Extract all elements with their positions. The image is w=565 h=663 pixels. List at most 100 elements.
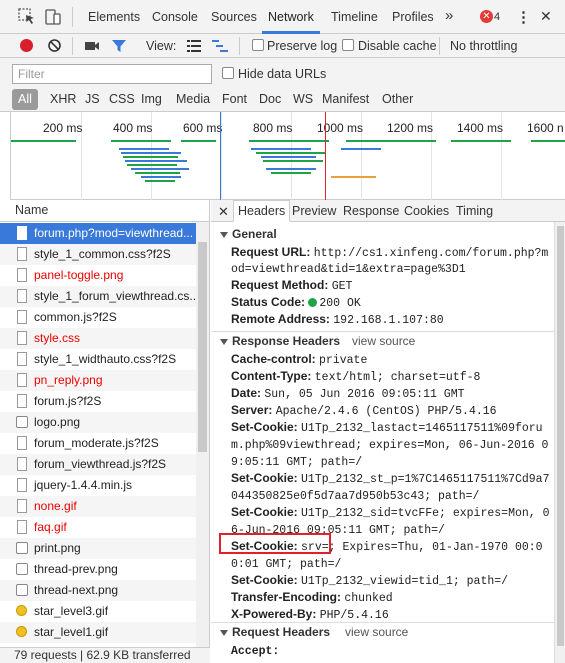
request-row[interactable]: forum.js?f2S <box>0 391 196 412</box>
document-file-icon <box>17 499 27 513</box>
type-filter-other[interactable]: Other <box>382 92 413 106</box>
waterfall-bar <box>256 152 326 154</box>
request-row[interactable]: thread-next.png <box>0 580 196 601</box>
request-view-source-link[interactable]: view source <box>345 624 408 641</box>
tab-profiles[interactable]: Profiles <box>392 10 434 24</box>
request-row[interactable]: star_level3.gif <box>0 601 196 622</box>
waterfall-bar <box>145 180 175 182</box>
request-row[interactable]: common.js?f2S <box>0 307 196 328</box>
tab-headers[interactable]: Headers <box>233 200 291 222</box>
request-row[interactable]: forum.php?mod=viewthread... <box>0 223 196 244</box>
request-name: none.gif <box>34 499 77 513</box>
hide-data-urls-label[interactable]: Hide data URLs <box>238 67 326 81</box>
response-header-key: Content-Type: <box>231 369 312 383</box>
details-scrollbar[interactable] <box>554 222 565 663</box>
request-row[interactable]: forum_moderate.js?f2S <box>0 433 196 454</box>
request-row[interactable]: print.png <box>0 538 196 559</box>
request-row[interactable]: panel-toggle.png <box>0 265 196 286</box>
type-filter-css[interactable]: CSS <box>109 92 135 106</box>
network-toolbar: View: Preserve log Disable cache No thro… <box>0 34 565 58</box>
type-filter-manifest[interactable]: Manifest <box>322 92 369 106</box>
request-row[interactable]: pn_reply.png <box>0 370 196 391</box>
request-row[interactable]: faq.gif <box>0 517 196 538</box>
tab-network[interactable]: Network <box>268 10 314 24</box>
waterfall-bar <box>249 140 329 142</box>
tab-preview[interactable]: Preview <box>292 204 336 218</box>
request-method-row: Request Method: GET <box>231 277 553 295</box>
response-header-row: Set-Cookie: U1Tp_2132_st_p=1%7C146511751… <box>231 470 553 488</box>
type-filter-all[interactable]: All <box>12 89 38 110</box>
close-details-icon[interactable]: ✕ <box>218 204 229 220</box>
tab-timing[interactable]: Timing <box>456 204 493 218</box>
request-row[interactable]: jquery-1.4.4.min.js <box>0 475 196 496</box>
request-headers-section-header[interactable]: Request Headers view source <box>211 624 554 641</box>
tab-console[interactable]: Console <box>152 10 198 24</box>
device-mode-icon[interactable] <box>44 8 62 26</box>
type-filter-ws[interactable]: WS <box>293 92 313 106</box>
network-overview[interactable]: 200 ms 400 ms 600 ms 800 ms 1000 ms 1200… <box>10 112 565 200</box>
scrollbar-thumb[interactable] <box>198 242 207 452</box>
request-header-accept: Accept: text/html,application/xhtml+xml,… <box>231 645 280 658</box>
request-row[interactable]: thread-prev.png <box>0 559 196 580</box>
response-header-row: Set-Cookie: U1Tp_2132_viewid=tid_1; path… <box>231 572 553 590</box>
remote-address-key: Remote Address: <box>231 312 330 326</box>
more-tabs-button[interactable]: » <box>445 7 453 24</box>
requests-scrollbar[interactable] <box>196 222 209 647</box>
request-name: thread-prev.png <box>34 562 118 576</box>
request-row[interactable]: style_1_forum_viewthread.cs... <box>0 286 196 307</box>
clear-icon[interactable] <box>47 38 62 56</box>
document-file-icon <box>17 331 27 345</box>
tab-cookies[interactable]: Cookies <box>404 204 449 218</box>
hide-data-urls-checkbox[interactable] <box>222 67 234 79</box>
customize-menu-button[interactable]: ⋮ <box>516 8 531 26</box>
type-filter-xhr[interactable]: XHR <box>50 92 76 106</box>
request-row[interactable]: style.css <box>0 328 196 349</box>
tab-response[interactable]: Response <box>343 204 399 218</box>
large-rows-icon[interactable] <box>187 40 201 55</box>
request-name: forum.php?mod=viewthread... <box>34 226 194 240</box>
filter-input[interactable] <box>12 64 212 84</box>
response-header-row: Server: Apache/2.4.6 (CentOS) PHP/5.4.16 <box>231 402 553 420</box>
type-filter-doc[interactable]: Doc <box>259 92 281 106</box>
error-icon[interactable]: ✕ <box>480 10 493 23</box>
disable-cache-checkbox[interactable] <box>342 39 354 51</box>
preserve-log-checkbox[interactable] <box>252 39 264 51</box>
record-icon[interactable] <box>20 39 33 52</box>
request-row[interactable]: none.gif <box>0 496 196 517</box>
request-url-row-cont: od=viewthread&tid=1&extra=page%3D1 <box>231 260 553 278</box>
overview-tick: 1200 ms <box>387 121 434 135</box>
request-row[interactable]: style_1_widthauto.css?f2S <box>0 349 196 370</box>
filter-icon[interactable] <box>111 38 127 57</box>
request-url-key: Request URL: <box>231 245 311 259</box>
response-header-key: Date: <box>231 386 262 400</box>
document-file-icon <box>17 226 27 240</box>
tab-sources[interactable]: Sources <box>211 10 257 24</box>
name-column-header[interactable]: Name <box>0 200 210 222</box>
type-filter-font[interactable]: Font <box>222 92 247 106</box>
response-header-value: chunked <box>344 592 393 605</box>
preserve-log-label[interactable]: Preserve log <box>267 39 337 53</box>
request-row[interactable]: logo.png <box>0 412 196 433</box>
inspect-element-icon[interactable] <box>18 8 36 26</box>
type-filter-js[interactable]: JS <box>85 92 100 106</box>
tab-timeline[interactable]: Timeline <box>331 10 378 24</box>
close-devtools-button[interactable]: ✕ <box>540 8 552 25</box>
tab-elements[interactable]: Elements <box>88 10 140 24</box>
response-view-source-link[interactable]: view source <box>352 333 415 350</box>
request-row[interactable]: star_level1.gif <box>0 622 196 643</box>
type-filter-media[interactable]: Media <box>176 92 210 106</box>
response-header-row: m.php%09viewthread; expires=Mon, 06-Jun-… <box>231 436 553 454</box>
response-header-key: Set-Cookie: <box>231 471 298 485</box>
type-filter-img[interactable]: Img <box>141 92 162 106</box>
video-camera-icon[interactable] <box>84 40 100 55</box>
waterfall-overview-icon[interactable] <box>212 40 228 55</box>
request-row[interactable]: style_1_common.css?f2S <box>0 244 196 265</box>
general-section-header[interactable]: General <box>211 226 554 243</box>
scrollbar-thumb[interactable] <box>557 226 564 646</box>
throttling-select[interactable]: No throttling <box>450 39 517 53</box>
response-headers-section-header[interactable]: Response Headers view source <box>211 333 554 350</box>
request-row[interactable]: forum_viewthread.js?f2S <box>0 454 196 475</box>
status-code-row: Status Code: 200 OK <box>231 294 553 312</box>
error-count[interactable]: 4 <box>494 11 500 23</box>
disable-cache-label[interactable]: Disable cache <box>358 39 437 53</box>
